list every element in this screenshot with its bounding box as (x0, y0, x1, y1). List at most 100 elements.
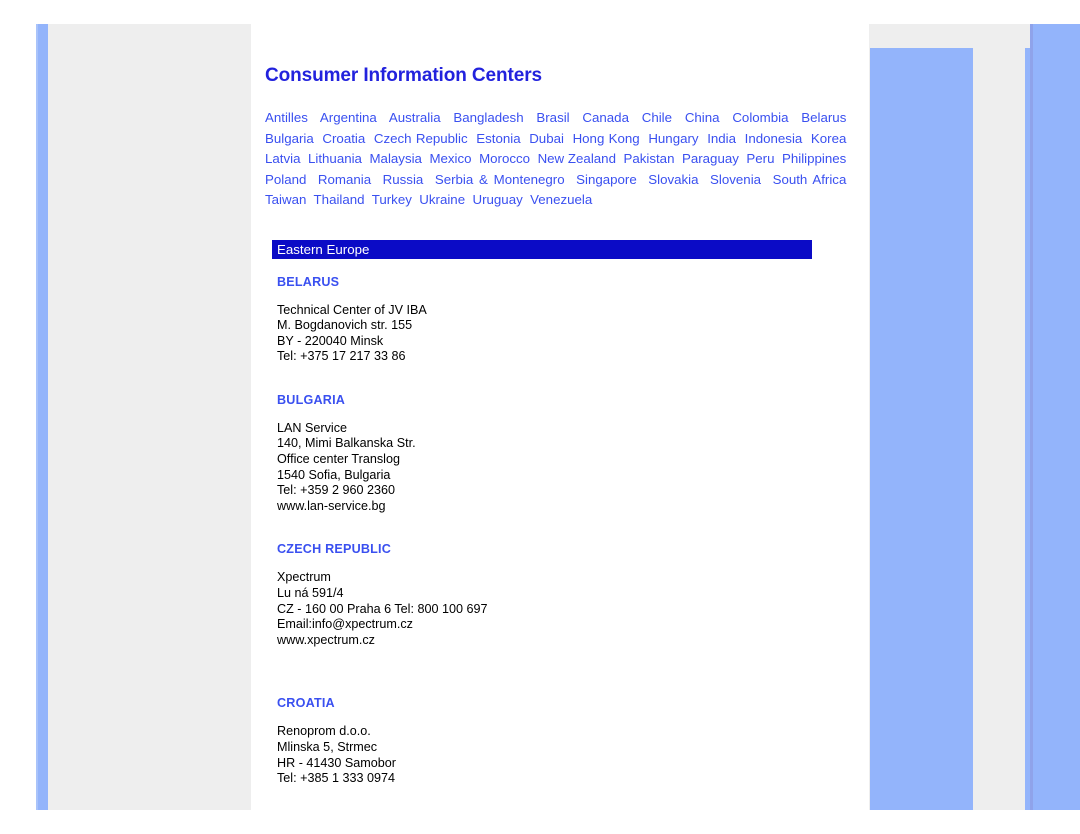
section-croatia: CROATIA Renoprom d.o.o. Mlinska 5, Strmec… (277, 696, 817, 786)
main-content: Consumer Information Centers Antilles Ar… (265, 24, 865, 810)
link-separator (699, 131, 708, 146)
country-link-bangladesh[interactable]: Bangladesh (453, 110, 523, 125)
link-separator (846, 172, 850, 187)
country-address: Technical Center of JV IBA M. Bogdanovic… (277, 302, 427, 364)
country-address: Xpectrum Lu ná 591/4 CZ - 160 00 Praha 6… (277, 570, 488, 647)
link-separator (672, 110, 685, 125)
country-link-slovakia[interactable]: Slovakia (648, 172, 698, 187)
country-link-morocco[interactable]: Morocco (479, 151, 530, 166)
country-heading: CZECH REPUBLIC (277, 542, 392, 557)
link-separator (637, 172, 649, 187)
country-link-indonesia[interactable]: Indonesia (745, 131, 803, 146)
country-link-latvia[interactable]: Latvia (265, 151, 300, 166)
country-link-korea[interactable]: Korea (811, 131, 846, 146)
section-bulgaria: BULGARIA LAN Service 140, Mimi Balkanska … (277, 393, 817, 515)
link-separator (365, 131, 374, 146)
country-address: LAN Service 140, Mimi Balkanska Str. Off… (277, 420, 416, 513)
country-link-new-zealand[interactable]: New Zealand (538, 151, 616, 166)
link-separator (306, 192, 313, 207)
country-link-serbia-montenegro[interactable]: Serbia & Montenegro (435, 172, 565, 187)
country-link-malaysia[interactable]: Malaysia (369, 151, 421, 166)
link-separator (300, 151, 308, 166)
country-link-antilles[interactable]: Antilles (265, 110, 308, 125)
country-heading: CROATIA (277, 696, 335, 711)
country-link-turkey[interactable]: Turkey (372, 192, 412, 207)
country-address: Renoprom d.o.o. Mlinska 5, Strmec HR - 4… (277, 724, 397, 786)
country-link-canada[interactable]: Canada (582, 110, 629, 125)
country-link-slovenia[interactable]: Slovenia (710, 172, 761, 187)
link-separator (365, 192, 372, 207)
link-separator (736, 131, 745, 146)
country-link-lithuania[interactable]: Lithuania (308, 151, 362, 166)
link-separator (468, 131, 477, 146)
link-separator (371, 172, 383, 187)
region-header-eastern-europe: Eastern Europe (272, 239, 812, 259)
country-link-colombia[interactable]: Colombia (732, 110, 788, 125)
country-heading: BULGARIA (277, 392, 346, 407)
country-link-taiwan[interactable]: Taiwan (265, 192, 306, 207)
right-blue-block-2 (1030, 24, 1080, 810)
link-separator (530, 151, 538, 166)
country-heading: BELARUS (277, 274, 340, 289)
country-link-chile[interactable]: Chile (642, 110, 672, 125)
link-separator (699, 172, 711, 187)
country-link-belarus[interactable]: Belarus (801, 110, 846, 125)
country-link-pakistan[interactable]: Pakistan (623, 151, 674, 166)
left-blue-rail (36, 24, 48, 810)
country-link-hong-kong[interactable]: Hong Kong (573, 131, 640, 146)
page-title: Consumer Information Centers (265, 65, 542, 86)
country-link-china[interactable]: China (685, 110, 720, 125)
link-separator (570, 110, 583, 125)
link-separator (524, 110, 537, 125)
link-separator (308, 110, 320, 125)
country-link-poland[interactable]: Poland (265, 172, 306, 187)
link-separator (472, 151, 480, 166)
left-grey-panel (48, 24, 251, 810)
country-link-hungary[interactable]: Hungary (648, 131, 698, 146)
country-link-brasil[interactable]: Brasil (536, 110, 569, 125)
link-separator (564, 131, 573, 146)
link-separator (306, 172, 318, 187)
country-link-bulgaria[interactable]: Bulgaria (265, 131, 314, 146)
country-link-list: Antilles Argentina Australia Bangladesh … (265, 87, 850, 211)
link-separator (423, 172, 435, 187)
country-link-philippines[interactable]: Philippines (782, 151, 846, 166)
country-link-ukraine[interactable]: Ukraine (419, 192, 465, 207)
link-separator (846, 131, 850, 146)
country-link-thailand[interactable]: Thailand (314, 192, 365, 207)
link-separator (774, 151, 782, 166)
country-link-paraguay[interactable]: Paraguay (682, 151, 739, 166)
country-link-croatia[interactable]: Croatia (322, 131, 365, 146)
country-link-mexico[interactable]: Mexico (429, 151, 471, 166)
country-link-singapore[interactable]: Singapore (576, 172, 637, 187)
country-link-south-africa[interactable]: South Africa (773, 172, 847, 187)
link-separator (720, 110, 733, 125)
country-link-venezuela[interactable]: Venezuela (530, 192, 592, 207)
country-link-czech-republic[interactable]: Czech Republic (374, 131, 468, 146)
link-separator (846, 151, 850, 166)
country-link-argentina[interactable]: Argentina (320, 110, 377, 125)
country-link-australia[interactable]: Australia (389, 110, 441, 125)
country-link-india[interactable]: India (707, 131, 736, 146)
country-link-russia[interactable]: Russia (383, 172, 424, 187)
link-separator (846, 110, 850, 125)
country-link-dubai[interactable]: Dubai (529, 131, 564, 146)
country-sections: BELARUS Technical Center of JV IBA M. Bog… (277, 275, 817, 787)
section-belarus: BELARUS Technical Center of JV IBA M. Bog… (277, 275, 817, 365)
link-separator (629, 110, 642, 125)
link-separator (377, 110, 389, 125)
section-czech-republic: CZECH REPUBLIC Xpectrum Lu ná 591/4 CZ - … (277, 542, 817, 648)
country-link-uruguay[interactable]: Uruguay (472, 192, 522, 207)
country-link-peru[interactable]: Peru (746, 151, 774, 166)
country-link-estonia[interactable]: Estonia (476, 131, 520, 146)
link-separator (521, 131, 530, 146)
right-blue-block-1 (870, 48, 973, 810)
country-link-romania[interactable]: Romania (318, 172, 371, 187)
link-separator (565, 172, 577, 187)
link-separator (441, 110, 454, 125)
link-separator (802, 131, 811, 146)
link-separator (674, 151, 682, 166)
